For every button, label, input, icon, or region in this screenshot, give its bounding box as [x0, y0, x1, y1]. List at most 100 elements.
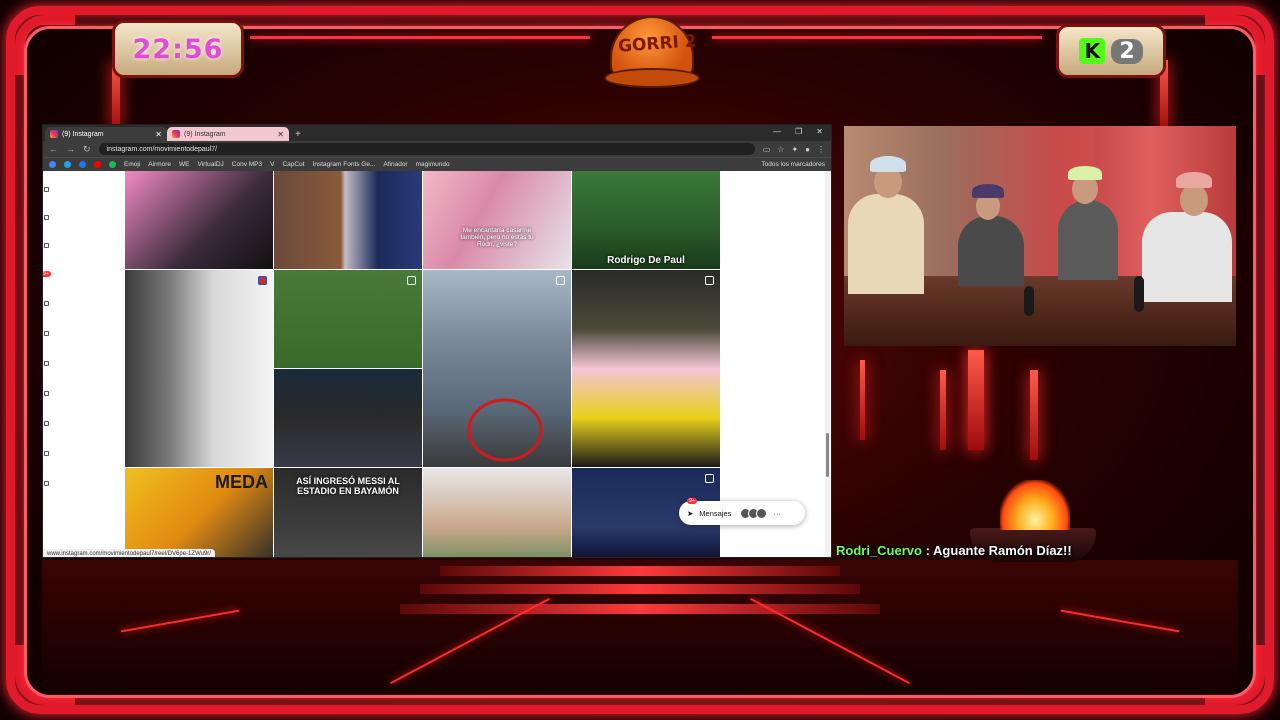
- webcam-feed: [844, 126, 1236, 346]
- post-thumbnail[interactable]: Rodrigo De Paul: [572, 171, 720, 269]
- shirt: [1058, 200, 1118, 280]
- messages-badge: 9+: [687, 498, 698, 504]
- messages-label: Mensajes: [699, 508, 732, 518]
- reel-icon: [407, 276, 416, 285]
- reel-thumbnail[interactable]: [572, 270, 720, 467]
- menu-icon[interactable]: ⋮: [817, 145, 825, 154]
- more-icon[interactable]: [44, 481, 49, 486]
- reel-icon: [258, 276, 267, 285]
- post-caption: Rodrigo De Paul: [607, 255, 685, 266]
- bookmark[interactable]: CapCut: [282, 161, 304, 168]
- messages-icon[interactable]: [44, 331, 49, 336]
- tab-label: (9) Instagram: [62, 130, 104, 138]
- extension-icon[interactable]: ✦: [791, 145, 798, 154]
- messages-button[interactable]: ➤ 9+ Mensajes ···: [679, 498, 805, 525]
- person: [1136, 126, 1236, 346]
- url-field[interactable]: instagram.com/movimientodepaul7/: [98, 143, 755, 155]
- frame-glow-line: [712, 36, 1042, 39]
- person: [844, 126, 944, 346]
- cast-icon[interactable]: ▭: [763, 145, 771, 154]
- send-icon: ➤: [687, 508, 694, 518]
- scrollbar-thumb[interactable]: [826, 433, 829, 477]
- post-thumbnail[interactable]: Me encantaría casarme también, pero no e…: [423, 171, 571, 269]
- browser-window: (9) Instagram ✕ (9) Instagram ✕ + — ❐ ✕ …: [42, 124, 832, 558]
- post-thumbnail[interactable]: ASÍ INGRESÓ MESSI AL ESTADIO EN BAYAMÓN: [274, 468, 422, 557]
- bookmark[interactable]: Afinador: [383, 161, 407, 168]
- browser-tab[interactable]: (9) Instagram ✕: [167, 127, 289, 141]
- post-thumbnail[interactable]: MEDA: [125, 468, 273, 557]
- instagram-icon: [50, 130, 58, 138]
- bookmark[interactable]: Instagram Fonts Ge...: [313, 161, 376, 168]
- post-thumbnail[interactable]: [274, 270, 422, 368]
- search-icon[interactable]: [44, 215, 49, 220]
- minimize-icon[interactable]: —: [773, 127, 781, 136]
- heart-icon[interactable]: [44, 361, 49, 366]
- stream-clock: 22:56: [132, 33, 224, 65]
- close-window-icon[interactable]: ✕: [816, 127, 823, 136]
- close-tab-icon[interactable]: ✕: [155, 130, 162, 139]
- create-icon[interactable]: [44, 391, 49, 396]
- post-thumbnail[interactable]: [274, 171, 422, 269]
- bookmark[interactable]: magimundo: [416, 161, 450, 168]
- profile-icon[interactable]: [44, 421, 49, 426]
- threads-icon[interactable]: [44, 451, 49, 456]
- notification-badge: 9+: [43, 271, 51, 277]
- reels-icon[interactable]: [44, 301, 49, 306]
- home-icon[interactable]: [44, 187, 49, 192]
- bookmark[interactable]: Airmore: [148, 161, 171, 168]
- address-icons: ▭ ☆ ✦ ● ⋮: [763, 145, 825, 154]
- post-caption: Me encantaría casarme también, pero no e…: [460, 227, 534, 248]
- bookmark[interactable]: Conv MP3: [232, 161, 262, 168]
- maximize-icon[interactable]: ❐: [795, 127, 802, 136]
- bookmark[interactable]: Emoji: [124, 161, 140, 168]
- forward-icon[interactable]: →: [66, 144, 75, 154]
- bookmark-folder[interactable]: Todos los marcadores: [761, 161, 825, 168]
- bookmark[interactable]: WE: [179, 161, 189, 168]
- explore-icon[interactable]: [44, 243, 49, 248]
- reel-thumbnail[interactable]: [423, 270, 571, 467]
- status-url: www.instagram.com/movimientodepaul7/reel…: [47, 551, 211, 557]
- reel-icon: [705, 276, 714, 285]
- close-tab-icon[interactable]: ✕: [277, 130, 284, 139]
- twitter-icon[interactable]: [64, 161, 71, 168]
- chat-text: Aguante Ramón Díaz!!: [933, 543, 1072, 558]
- youtube-icon[interactable]: [94, 161, 101, 168]
- status-bar: www.instagram.com/movimientodepaul7/reel…: [43, 549, 215, 557]
- new-tab-button[interactable]: +: [295, 129, 301, 140]
- bookmark[interactable]: VirtualDJ: [198, 161, 224, 168]
- spotify-icon[interactable]: [109, 161, 116, 168]
- tab-label: (9) Instagram: [184, 130, 226, 138]
- window-controls: — ❐ ✕: [773, 127, 823, 136]
- microphone-icon: [1024, 286, 1034, 316]
- instagram-icon: [172, 130, 180, 138]
- reel-thumbnail[interactable]: [125, 270, 273, 467]
- shirt: [1142, 212, 1232, 302]
- reload-icon[interactable]: ↻: [83, 144, 91, 155]
- profile-icon[interactable]: ●: [805, 145, 810, 154]
- head: [1180, 184, 1208, 216]
- post-thumbnail[interactable]: [423, 468, 571, 557]
- red-circle-annotation: [467, 398, 543, 462]
- google-icon[interactable]: [49, 161, 56, 168]
- facebook-icon[interactable]: [79, 161, 86, 168]
- post-caption: ASÍ INGRESÓ MESSI AL ESTADIO EN BAYAMÓN: [296, 476, 400, 496]
- post-thumbnail[interactable]: [274, 369, 422, 467]
- tab-bar: (9) Instagram ✕ (9) Instagram ✕ + — ❐ ✕: [43, 125, 831, 141]
- microphone-icon: [1134, 276, 1144, 312]
- instagram-sidebar: 9+: [43, 171, 51, 557]
- viewer-panel: K 2: [1056, 24, 1166, 78]
- message-avatars: [740, 507, 768, 519]
- url-text: instagram.com/movimientodepaul7/: [106, 145, 218, 153]
- cap-icon: [1176, 172, 1212, 188]
- star-icon[interactable]: ☆: [777, 145, 784, 154]
- back-icon[interactable]: ←: [49, 144, 58, 154]
- scrollbar[interactable]: [825, 171, 830, 557]
- post-thumbnail[interactable]: [125, 171, 273, 269]
- viewer-count: 2: [1111, 38, 1143, 64]
- browser-tab[interactable]: (9) Instagram ✕: [45, 127, 167, 141]
- kick-icon: K: [1079, 38, 1106, 64]
- cap-icon: [1068, 166, 1102, 180]
- bookmark[interactable]: V: [270, 161, 274, 168]
- instagram-page: 9+ Me encantaría casarme también, pero n…: [43, 171, 831, 557]
- clock-panel: 22:56: [112, 20, 244, 78]
